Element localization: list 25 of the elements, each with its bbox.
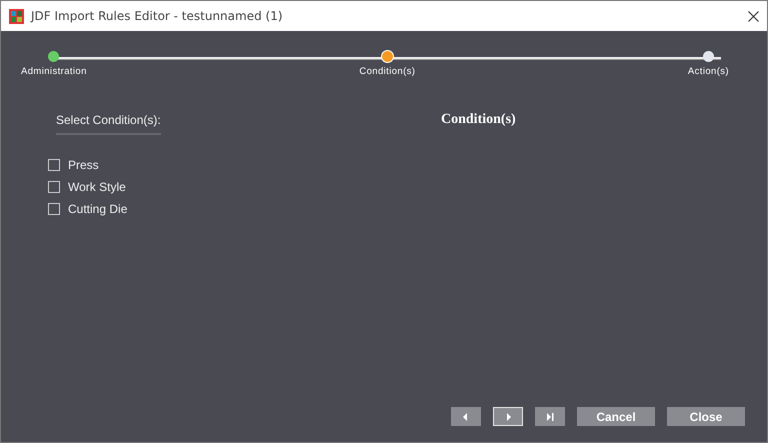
step-dot[interactable] <box>702 51 714 62</box>
next-button[interactable] <box>493 407 523 426</box>
previous-button[interactable] <box>451 407 481 426</box>
checkbox-label: Work Style <box>68 180 126 194</box>
step-label: Administration <box>21 66 87 77</box>
checkbox[interactable] <box>48 203 60 215</box>
section-heading: Select Condition(s): <box>56 109 161 135</box>
panel-title: Condition(s) <box>441 112 516 128</box>
window-title: JDF Import Rules Editor - testunnamed (1) <box>31 9 284 23</box>
last-button[interactable] <box>535 407 565 426</box>
checkbox[interactable] <box>48 159 60 171</box>
close-icon[interactable] <box>748 10 759 22</box>
dialog-button[interactable]: Cancel <box>577 407 655 426</box>
checkbox-label: Press <box>68 158 99 172</box>
checkbox-label: Cutting Die <box>68 202 128 216</box>
app-logo-icon <box>9 8 24 24</box>
step-dot[interactable] <box>48 51 60 62</box>
triangle-icon <box>504 412 512 420</box>
triangle-icon <box>462 412 470 420</box>
step-dot[interactable] <box>382 51 393 62</box>
step-label: Action(s) <box>688 66 729 77</box>
checkbox[interactable] <box>48 181 60 193</box>
dialog-button[interactable]: Close <box>667 407 745 426</box>
skip-end-icon <box>546 412 554 420</box>
step-label: Condition(s) <box>359 66 416 77</box>
